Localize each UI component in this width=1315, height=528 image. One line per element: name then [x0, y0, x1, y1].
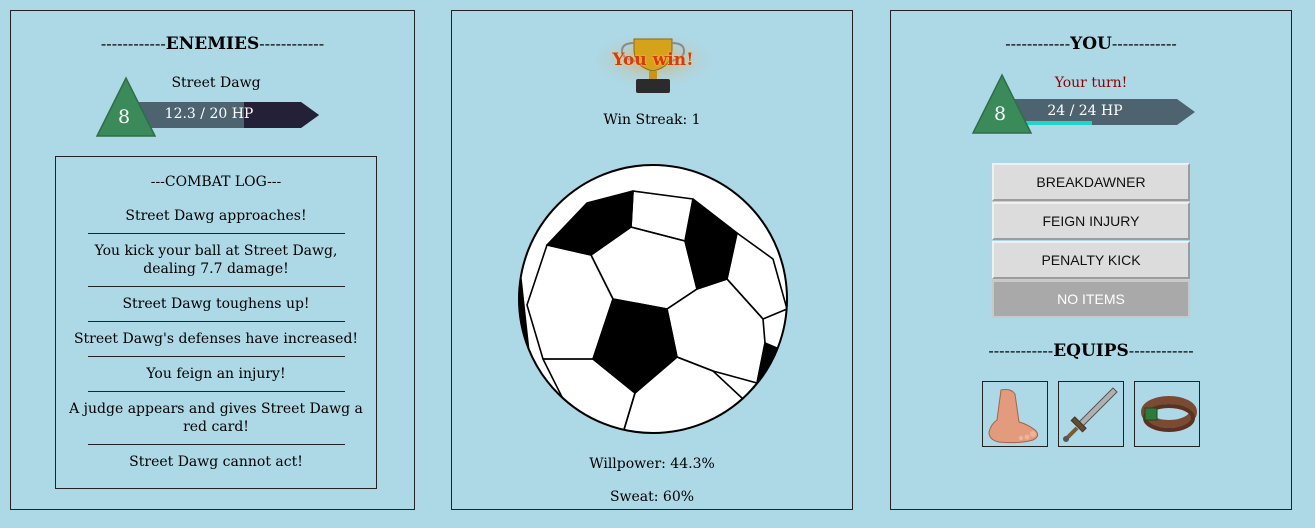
log-entry: Street Dawg's defenses have increased!	[73, 331, 359, 347]
sweat-stat: Sweat: 60%	[609, 489, 695, 505]
you-win-text: You win!	[612, 50, 694, 70]
you-heading: ------------YOU------------	[1005, 34, 1177, 54]
sword-icon	[1063, 387, 1118, 442]
log-divider	[88, 356, 345, 357]
enemies-heading: ------------ENEMIES------------	[100, 34, 325, 54]
foot-icon	[988, 389, 1039, 444]
trophy-badge: You win!	[586, 33, 720, 95]
log-divider	[88, 321, 345, 322]
equips-heading: ------------EQUIPS------------	[988, 341, 1194, 361]
enemy-level: 8	[118, 106, 131, 128]
no-items-button[interactable]: NO ITEMS	[992, 280, 1190, 318]
battle-panel: You win! Win Streak: 1 Willpower: 44.3% …	[451, 10, 853, 510]
log-entry: You feign an injury!	[146, 366, 286, 382]
combat-log-title: ---COMBAT LOG---	[150, 174, 282, 190]
log-entry: Street Dawg cannot act!	[129, 454, 303, 470]
log-divider	[88, 286, 345, 287]
equip-slot-sword[interactable]	[1058, 381, 1124, 447]
enemies-panel: ------------ENEMIES------------ Street D…	[10, 10, 415, 510]
equip-slot-ring[interactable]	[1134, 381, 1200, 447]
log-entry: Street Dawg toughens up!	[122, 296, 310, 312]
log-entry: A judge appears and gives Street Dawg a …	[69, 401, 363, 435]
breakdawner-button[interactable]: BREAKDAWNER	[992, 163, 1190, 201]
log-divider	[88, 391, 345, 392]
feign-injury-button[interactable]: FEIGN INJURY	[992, 202, 1190, 240]
player-hp-bar: 24 / 24 HP 8	[971, 73, 1196, 135]
log-entry: Street Dawg approaches!	[125, 208, 307, 224]
log-entry: You kick your ball at Street Dawg, deali…	[94, 243, 338, 277]
log-divider	[88, 444, 345, 445]
equip-slot-foot[interactable]	[982, 381, 1048, 447]
log-divider	[88, 233, 345, 234]
willpower-stat: Willpower: 44.3%	[589, 456, 715, 472]
player-panel: ------------YOU------------ Your turn! 2…	[890, 10, 1292, 510]
win-streak: Win Streak: 1	[603, 112, 701, 128]
soccer-ball[interactable]	[517, 163, 789, 435]
combat-log: ---COMBAT LOG--- Street Dawg approaches!…	[55, 156, 377, 489]
ring-icon	[1141, 396, 1197, 432]
penalty-kick-button[interactable]: PENALTY KICK	[992, 241, 1190, 279]
enemy-hp-bar: 12.3 / 20 HP 8	[95, 76, 320, 138]
player-level: 8	[994, 103, 1007, 125]
